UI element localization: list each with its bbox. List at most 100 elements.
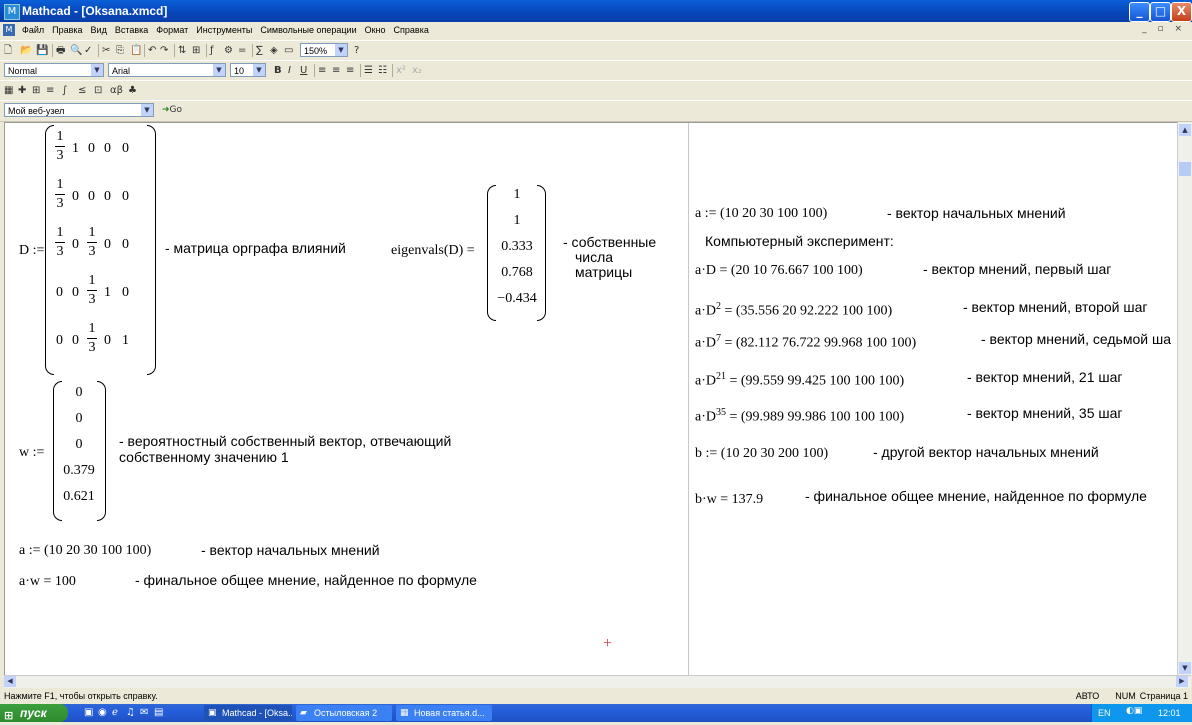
maximize-button[interactable]: □ xyxy=(1150,2,1171,22)
horizontal-scrollbar[interactable]: ◀ ▶ xyxy=(4,675,1191,688)
w-comment[interactable]: - вероятностный собственный вектор, отве… xyxy=(119,433,451,465)
step-comment[interactable]: - вектор мнений, 35 шаг xyxy=(967,405,1123,421)
go-button[interactable]: ➜Go xyxy=(162,104,182,117)
step-comment[interactable]: - вектор мнений, первый шаг xyxy=(923,261,1111,277)
superscript-icon[interactable]: x² xyxy=(396,64,406,77)
experiment-heading[interactable]: Компьютерный эксперимент: xyxy=(705,233,894,249)
evaluation-icon[interactable]: ≡ xyxy=(46,84,54,97)
menu-window[interactable]: Окно xyxy=(365,25,386,35)
undo-icon[interactable]: ↶ xyxy=(148,44,156,57)
subscript-icon[interactable]: x₂ xyxy=(412,64,422,77)
start-button[interactable]: ⊞ пуск xyxy=(0,704,68,722)
mathcad-app-icon[interactable]: M xyxy=(4,4,20,20)
step-comment[interactable]: - вектор мнений, седьмой ша xyxy=(981,331,1171,347)
step-comment[interactable]: - вектор мнений, второй шаг xyxy=(963,299,1148,315)
function-icon[interactable]: ƒ xyxy=(210,44,214,57)
bullets-icon[interactable]: ☰ xyxy=(364,64,373,77)
cut-icon[interactable]: ✂ xyxy=(102,44,110,57)
graph-icon[interactable]: ✚ xyxy=(18,84,26,97)
copy-icon[interactable]: ⎘ xyxy=(116,44,124,57)
a-assign-left[interactable]: a := (10 20 30 100 100) xyxy=(19,543,151,559)
mdi-window-controls[interactable]: _ ▫ × xyxy=(1142,24,1186,34)
scroll-right-icon[interactable]: ▶ xyxy=(1176,676,1188,687)
bw-expr[interactable]: b·w = 137.9 xyxy=(695,492,763,508)
a-comment-left[interactable]: - вектор начальных мнений xyxy=(201,542,380,558)
task-word[interactable]: ▦ Новая статья.d... xyxy=(396,705,492,721)
minimize-button[interactable]: _ xyxy=(1129,2,1150,22)
align-left-icon[interactable]: ≡ xyxy=(318,64,326,77)
equals-icon[interactable]: = xyxy=(238,44,246,57)
align-center-icon[interactable]: ≡ xyxy=(332,64,340,77)
step-comment[interactable]: - вектор мнений, 21 шаг xyxy=(967,369,1123,385)
quicklaunch-media-icon[interactable]: ♫ xyxy=(126,707,135,718)
math-icon[interactable]: ∑ xyxy=(256,44,263,57)
quicklaunch-browser-icon[interactable]: ◉ xyxy=(98,707,107,718)
zoom-select[interactable]: 150% ▼ xyxy=(300,43,348,57)
crosshair-cursor[interactable]: + xyxy=(603,635,612,653)
scroll-down-icon[interactable]: ▼ xyxy=(1179,662,1191,674)
eigenvals-expr[interactable]: eigenvals(D) = xyxy=(391,243,475,259)
task-folder[interactable]: ▰ Остыловская 2 xyxy=(296,705,392,721)
step-expr[interactable]: a·D2 = (35.556 20 92.222 100 100) xyxy=(695,301,892,320)
numbering-icon[interactable]: ☷ xyxy=(378,64,387,77)
b-assign[interactable]: b := (10 20 30 200 100) xyxy=(695,446,828,462)
preview-icon[interactable]: 🔍 xyxy=(70,44,82,57)
a-assign-right[interactable]: a := (10 20 30 100 100) xyxy=(695,206,827,222)
aw-comment[interactable]: - финальное общее мнение, найденное по ф… xyxy=(135,572,477,588)
w-assign[interactable]: w := xyxy=(19,445,44,461)
symbolic-icon[interactable]: ♣ xyxy=(128,84,137,97)
step-expr[interactable]: a·D7 = (82.112 76.722 99.968 100 100) xyxy=(695,333,916,352)
aw-expr[interactable]: a·w = 100 xyxy=(19,574,76,590)
quicklaunch-outlook-icon[interactable]: ✉ xyxy=(140,707,148,718)
b-comment[interactable]: - другой вектор начальных мнений xyxy=(873,444,1099,460)
bw-comment[interactable]: - финальное общее мнение, найденное по ф… xyxy=(805,488,1147,504)
paste-icon[interactable]: 📋 xyxy=(130,44,142,57)
help-icon[interactable]: ? xyxy=(354,44,359,57)
step-expr[interactable]: a·D21 = (99.559 99.425 100 100 100) xyxy=(695,371,904,390)
menu-format[interactable]: Формат xyxy=(156,25,188,35)
task-mathcad[interactable]: ▣ Mathcad - [Oksa... xyxy=(204,705,292,721)
boolean-icon[interactable]: ≤ xyxy=(78,84,86,97)
save-icon[interactable]: 💾 xyxy=(36,44,48,57)
close-button[interactable]: X xyxy=(1171,2,1192,22)
menu-insert[interactable]: Вставка xyxy=(115,25,148,35)
scroll-thumb[interactable] xyxy=(1179,162,1191,176)
font-select[interactable]: Arial ▼ xyxy=(108,63,226,77)
language-indicator[interactable]: EN xyxy=(1098,708,1111,718)
vertical-scrollbar[interactable]: ▲ ▼ xyxy=(1177,122,1192,675)
align-icon[interactable]: ⇅ xyxy=(178,44,186,57)
document-icon[interactable]: M xyxy=(3,24,15,36)
menu-file[interactable]: Файл xyxy=(22,25,44,35)
menu-view[interactable]: Вид xyxy=(91,25,107,35)
matrix-icon[interactable]: ⊞ xyxy=(32,84,40,97)
new-icon[interactable]: 🗋 xyxy=(4,44,12,57)
units-icon[interactable]: ⚙ xyxy=(224,44,233,57)
menu-symbolics[interactable]: Символьные операции xyxy=(260,25,356,35)
step-expr[interactable]: a·D = (20 10 76.667 100 100) xyxy=(695,263,863,279)
quicklaunch-ie-icon[interactable]: ℯ xyxy=(112,707,118,718)
eig-comment[interactable]: - собственные числа матрицы xyxy=(563,235,656,280)
underline-button[interactable]: U xyxy=(300,64,307,77)
menu-tools[interactable]: Инструменты xyxy=(196,25,252,35)
tray-icons[interactable]: ◐▣ xyxy=(1126,706,1142,716)
insert-icon[interactable]: ⊞ xyxy=(192,44,200,57)
web-address-select[interactable]: Мой веб-узел ▼ xyxy=(4,103,154,117)
quicklaunch-mathcad-icon[interactable]: ▣ xyxy=(84,707,93,718)
d-comment[interactable]: - матрица орграфа влияний xyxy=(165,240,346,256)
step-expr[interactable]: a·D35 = (99.989 99.986 100 100 100) xyxy=(695,407,904,426)
italic-button[interactable]: I xyxy=(288,64,291,77)
scroll-left-icon[interactable]: ◀ xyxy=(4,676,16,687)
scroll-up-icon[interactable]: ▲ xyxy=(1179,124,1191,136)
worksheet[interactable]: D := 1310001300001301300001310001301 - м… xyxy=(4,122,1178,677)
spell-icon[interactable]: ✓ xyxy=(84,44,92,57)
resource-icon[interactable]: ◈ xyxy=(270,44,278,57)
bold-button[interactable]: B xyxy=(274,64,282,77)
menu-help[interactable]: Справка xyxy=(394,25,429,35)
programming-icon[interactable]: ⊡ xyxy=(94,84,102,97)
calculus-icon[interactable]: ∫ xyxy=(62,84,67,97)
d-assign[interactable]: D := xyxy=(19,243,44,259)
region-icon[interactable]: ▭ xyxy=(284,44,293,57)
font-size-select[interactable]: 10 ▼ xyxy=(230,63,266,77)
quicklaunch-desktop-icon[interactable]: ▤ xyxy=(154,707,163,718)
align-right-icon[interactable]: ≡ xyxy=(346,64,354,77)
